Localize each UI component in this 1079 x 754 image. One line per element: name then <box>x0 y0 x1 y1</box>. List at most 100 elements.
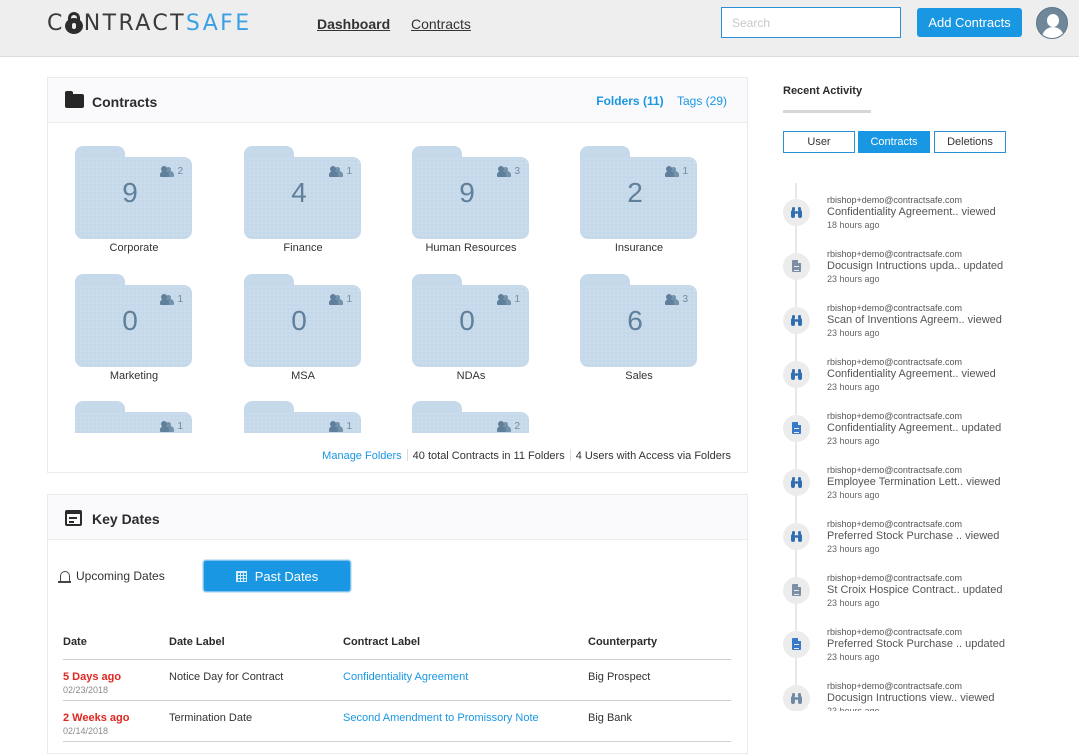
activity-time: 23 hours ago <box>827 382 880 392</box>
folder-contract-count: 0 <box>291 305 307 336</box>
activity-item[interactable]: rbishop+demo@contractsafe.com Preferred S… <box>783 507 1053 561</box>
activity-time: 23 hours ago <box>827 490 880 500</box>
manage-folders-link[interactable]: Manage Folders <box>322 450 402 462</box>
activity-item[interactable]: rbishop+demo@contractsafe.com Preferred S… <box>783 615 1053 669</box>
folder-user-count: 1 <box>177 421 183 432</box>
users-icon <box>160 294 175 305</box>
folder-card[interactable]: 3 9 Human Resources <box>412 146 530 271</box>
folder-card[interactable]: 2 <box>412 401 530 433</box>
col-date-label[interactable]: Date Label <box>169 625 343 660</box>
contract-link[interactable]: Second Amendment to Promissory Note <box>343 712 539 724</box>
tab-upcoming-dates[interactable]: Upcoming Dates <box>58 569 165 583</box>
folder-card[interactable]: 3 6 Sales <box>580 274 698 399</box>
activity-description: Employee Termination Lett.. viewed <box>827 476 1001 488</box>
col-date[interactable]: Date <box>63 625 169 660</box>
col-counterparty[interactable]: Counterparty <box>588 625 731 660</box>
folder-users: 1 <box>497 294 520 305</box>
contracts-panel: Contracts Folders (11) Tags (29) 2 9 Corpo… <box>47 77 748 473</box>
activity-description: Confidentiality Agreement.. viewed <box>827 368 996 380</box>
activity-description: St Croix Hospice Contract.. updated <box>827 584 1003 596</box>
absolute-date: 02/23/2018 <box>63 684 109 695</box>
divider <box>406 449 408 461</box>
activity-item[interactable]: rbishop+demo@contractsafe.com St Croix Ho… <box>783 561 1053 615</box>
activity-item[interactable]: rbishop+demo@contractsafe.com Employee Te… <box>783 453 1053 507</box>
folder-users: 2 <box>497 421 520 432</box>
recent-activity-title: Recent Activity <box>783 85 863 97</box>
title-underline <box>783 110 871 113</box>
folder-name: NDAs <box>456 370 486 382</box>
activity-tab-user[interactable]: User <box>783 131 855 153</box>
user-avatar[interactable] <box>1036 7 1068 39</box>
activity-icon-circle <box>783 307 810 334</box>
activity-icon-circle <box>783 469 810 496</box>
calendar-icon <box>65 510 82 526</box>
activity-user: rbishop+demo@contractsafe.com <box>827 195 962 205</box>
folder-card[interactable]: 1 0 Marketing <box>75 274 193 399</box>
folder-users: 1 <box>665 166 688 177</box>
activity-tab-deletions[interactable]: Deletions <box>934 131 1006 153</box>
nav-dashboard[interactable]: Dashboard <box>317 16 390 32</box>
folder-user-count: 2 <box>177 166 183 177</box>
folder-contract-count: 2 <box>627 177 643 208</box>
folder-user-count: 1 <box>346 166 352 177</box>
divider <box>569 449 571 461</box>
folder-card[interactable]: 1 <box>244 401 362 433</box>
activity-icon-circle <box>783 523 810 550</box>
activity-item[interactable]: rbishop+demo@contractsafe.com Confidentia… <box>783 183 1053 237</box>
activity-description: Docusign Intructions view.. viewed <box>827 692 995 704</box>
folder-card[interactable]: 2 9 Corporate <box>75 146 193 271</box>
date-cell: 2 Weeks ago 02/14/2018 <box>63 700 169 742</box>
activity-item[interactable]: rbishop+demo@contractsafe.com Docusign In… <box>783 237 1053 291</box>
tags-link[interactable]: Tags (29) <box>677 94 727 108</box>
activity-user: rbishop+demo@contractsafe.com <box>827 681 962 691</box>
activity-item[interactable]: rbishop+demo@contractsafe.com Scan of Inv… <box>783 291 1053 345</box>
users-access-text: 4 Users with Access via Folders <box>575 450 731 462</box>
activity-time: 23 hours ago <box>827 436 880 446</box>
folder-name: Finance <box>283 242 323 254</box>
tab-past-dates[interactable]: Past Dates <box>203 560 351 592</box>
contract-link[interactable]: Confidentiality Agreement <box>343 671 468 683</box>
activity-item[interactable]: rbishop+demo@contractsafe.com Docusign In… <box>783 669 1053 711</box>
date-label-cell: Notice Day for Contract <box>169 659 343 701</box>
col-contract-label[interactable]: Contract Label <box>343 625 588 660</box>
activity-time: 23 hours ago <box>827 274 880 284</box>
folder-card[interactable]: 1 4 Finance <box>244 146 362 271</box>
folder-user-count: 1 <box>346 421 352 432</box>
activity-user: rbishop+demo@contractsafe.com <box>827 519 962 529</box>
activity-user: rbishop+demo@contractsafe.com <box>827 411 962 421</box>
contracts-panel-title: Contracts <box>92 94 158 110</box>
contractsafe-logo[interactable]: C NTRACTSAFE <box>47 11 252 37</box>
counterparty-cell: Big Prospect <box>588 659 731 701</box>
document-icon <box>792 638 801 650</box>
activity-item[interactable]: rbishop+demo@contractsafe.com Confidentia… <box>783 399 1053 453</box>
folder-user-count: 1 <box>682 166 688 177</box>
bell-icon <box>58 570 71 583</box>
nav-contracts[interactable]: Contracts <box>411 16 471 32</box>
folder-name: Human Resources <box>425 242 517 254</box>
activity-tab-contracts[interactable]: Contracts <box>858 131 930 153</box>
folder-card[interactable]: 1 <box>75 401 193 433</box>
folder-contract-count: 6 <box>627 305 643 336</box>
folders-link[interactable]: Folders (11) <box>596 94 663 108</box>
activity-timeline[interactable]: rbishop+demo@contractsafe.com Confidentia… <box>783 183 1053 711</box>
folder-card[interactable]: 1 0 MSA <box>244 274 362 399</box>
activity-description: Docusign Intructions upda.. updated <box>827 260 1004 272</box>
add-contracts-button[interactable]: Add Contracts <box>917 8 1022 37</box>
folder-card[interactable]: 1 2 Insurance <box>580 146 698 271</box>
folders-grid[interactable]: 2 9 Corporate 1 4 Finance 3 9 Human Resources 1 2 I… <box>48 124 748 433</box>
activity-time: 23 hours ago <box>827 328 880 338</box>
search-input[interactable] <box>721 7 901 38</box>
folder-contract-count: 4 <box>291 177 307 208</box>
folder-users: 1 <box>329 166 352 177</box>
users-icon <box>329 166 344 177</box>
folder-name: MSA <box>291 370 315 382</box>
folder-users: 1 <box>160 294 183 305</box>
binoculars-icon <box>791 477 802 488</box>
activity-item[interactable]: rbishop+demo@contractsafe.com Confidentia… <box>783 345 1053 399</box>
activity-user: rbishop+demo@contractsafe.com <box>827 357 962 367</box>
activity-time: 18 hours ago <box>827 220 880 230</box>
folder-card[interactable]: 1 0 NDAs <box>412 274 530 399</box>
key-dates-panel: Key Dates Upcoming Dates Past Dates Date… <box>47 494 748 754</box>
binoculars-icon <box>791 531 802 542</box>
binoculars-icon <box>791 315 802 326</box>
